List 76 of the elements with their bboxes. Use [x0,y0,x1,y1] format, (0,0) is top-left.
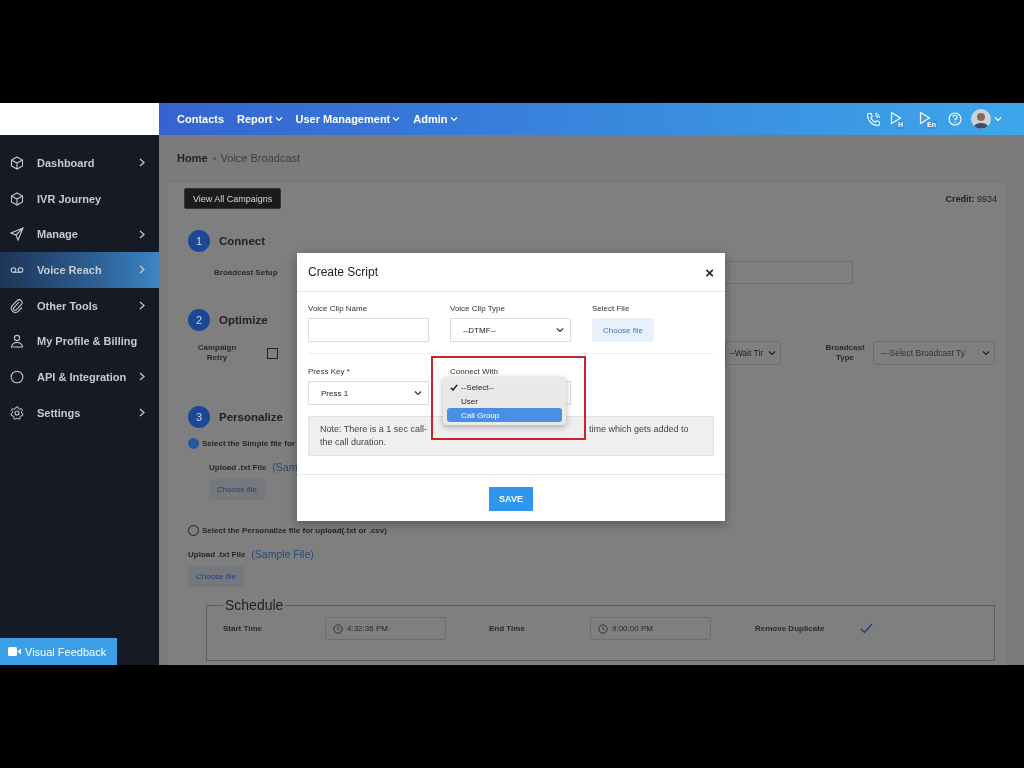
select-field[interactable]: Press 1 [308,381,429,405]
dropdown-option[interactable]: User [447,394,562,408]
choose-file-button[interactable]: Choose file [592,318,654,342]
field-label: Press Key * [308,367,351,377]
field-label: Remove Duplicate [755,624,826,633]
note-text: Note: There is a 1 sec call- time which gets added to the call duration. [320,423,690,449]
avatar-icon[interactable] [971,109,991,129]
step-number: 3 [188,406,210,428]
upload-label: Upload .txt File [188,549,246,559]
sidebar-item[interactable]: Other Tools [0,287,159,324]
close-button[interactable]: × [705,264,714,280]
feedback-button[interactable]: Visual Feedback [0,638,117,665]
help-icon[interactable] [948,112,962,126]
field-label: Voice Clip Type [450,304,506,314]
step-number: 2 [188,309,210,331]
sidebar-item[interactable]: Manage [0,216,159,253]
time-field[interactable]: 9:00:00 PM [590,617,711,640]
video-camera-icon [8,647,21,656]
sidebar-item[interactable]: Voice Reach [0,252,159,288]
schedule-title: Schedule [224,597,285,613]
breadcrumb-current: Voice Broadcast [220,152,301,164]
choose-file-button[interactable]: Choose file [209,479,266,500]
upload-label: Upload .txt File [209,462,267,472]
save-button[interactable]: SAVE [489,487,533,511]
field-label: Connect With [450,367,500,377]
step-number: 1 [188,230,210,252]
field-label: Voice Clip Name [308,304,369,314]
sidebar-item[interactable]: API & Integration [0,359,159,395]
user-icon [10,334,24,349]
broadcast-type-select[interactable]: ---Select Broadcast Ty [873,341,995,365]
phone-icon[interactable] [866,111,881,127]
view-campaigns-button[interactable]: View All Campaigns [184,188,282,209]
nav-link[interactable]: Admin [413,113,458,125]
radio-label: Select the Personalize file for upload(.txt or .csv) [202,525,387,535]
paperclip-icon [10,298,24,313]
chevron-icon [414,389,422,397]
radio-label: Select the Simple file for [202,438,295,448]
time-field[interactable]: 4:32:36 PM [325,617,446,640]
select-field[interactable]: --DTMF-- [450,318,571,342]
field-label: Broadcast Setup [214,268,279,277]
nav-link[interactable]: Report [237,113,283,125]
breadcrumb-link[interactable]: Home [177,152,208,164]
dropdown-option[interactable]: --Select-- [447,380,562,394]
text-field[interactable] [308,318,429,342]
step-title: Connect [219,235,265,247]
field-label: Start Time [223,624,263,633]
choose-file-button[interactable]: Choose file [188,566,245,587]
sidebar-item[interactable]: My Profile & Billing [0,323,159,360]
credit-text: Credit: 9934 [945,193,997,204]
dropdown-option[interactable]: Call Group [447,408,562,422]
checkbox[interactable] [267,347,278,359]
cube-icon [10,155,24,170]
sidebar-item[interactable]: Dashboard [0,145,159,181]
cube-icon [10,191,24,206]
sidebar-item[interactable]: Settings [0,394,159,431]
step-title: Optimize [219,314,268,326]
field-label: End Time [489,624,526,633]
chevron-icon [768,349,776,357]
field-label: Broadcast Type [824,343,866,363]
chevron-icon [982,349,990,357]
dialog-title: Create Script [308,265,379,279]
clock-icon [598,623,608,634]
circle-icon [10,369,24,384]
chevron-icon [994,115,1002,123]
clock-icon [333,623,343,634]
field-label: Select File [592,304,631,314]
step-title: Personalize [219,411,283,423]
send-icon [10,227,24,242]
check-icon[interactable] [860,623,873,634]
settings-icon [10,405,24,420]
nav-link[interactable]: User Management [295,113,401,125]
field-label: Campaign Retry [196,343,238,363]
nav-link[interactable]: Contacts [177,113,225,125]
radio-button[interactable] [188,437,199,449]
sidebar-item[interactable]: IVR Journey [0,180,159,217]
chevron-icon [556,326,564,334]
